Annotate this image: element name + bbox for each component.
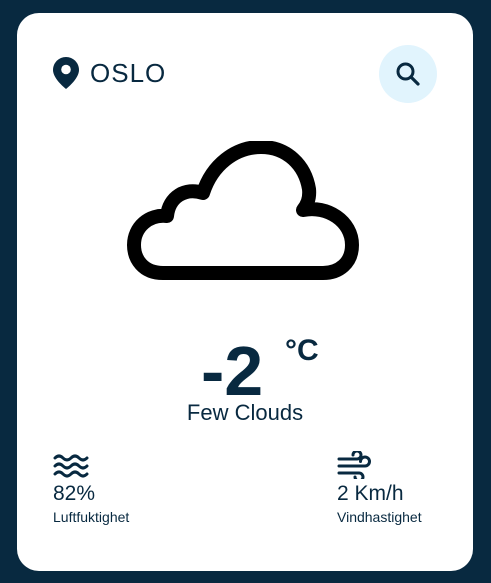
wind-label: Vindhastighet	[337, 509, 422, 525]
humidity-stat: 82% Luftfuktighet	[53, 451, 129, 525]
header: OSLO	[53, 45, 437, 103]
search-button[interactable]	[379, 45, 437, 103]
humidity-waves-icon	[53, 454, 89, 478]
temperature-value: -2	[201, 332, 264, 410]
weather-condition: Few Clouds	[186, 400, 304, 425]
wind-stat: 2 Km/h Vindhastighet	[337, 451, 422, 525]
temperature-unit: °C	[285, 334, 319, 367]
weather-card: OSLO -2 °C Few Clouds 82% Luftfuktighet	[17, 13, 473, 571]
location: OSLO	[53, 57, 166, 89]
humidity-label: Luftfuktighet	[53, 509, 130, 525]
search-icon	[396, 62, 420, 86]
humidity-value: 82%	[53, 482, 96, 505]
city-name: OSLO	[90, 57, 167, 88]
wind-value: 2 Km/h	[337, 482, 404, 505]
temperature-display: -2 °C	[17, 332, 473, 410]
wind-icon	[337, 451, 371, 479]
cloud-icon	[127, 141, 359, 280]
location-pin-icon	[53, 57, 79, 89]
